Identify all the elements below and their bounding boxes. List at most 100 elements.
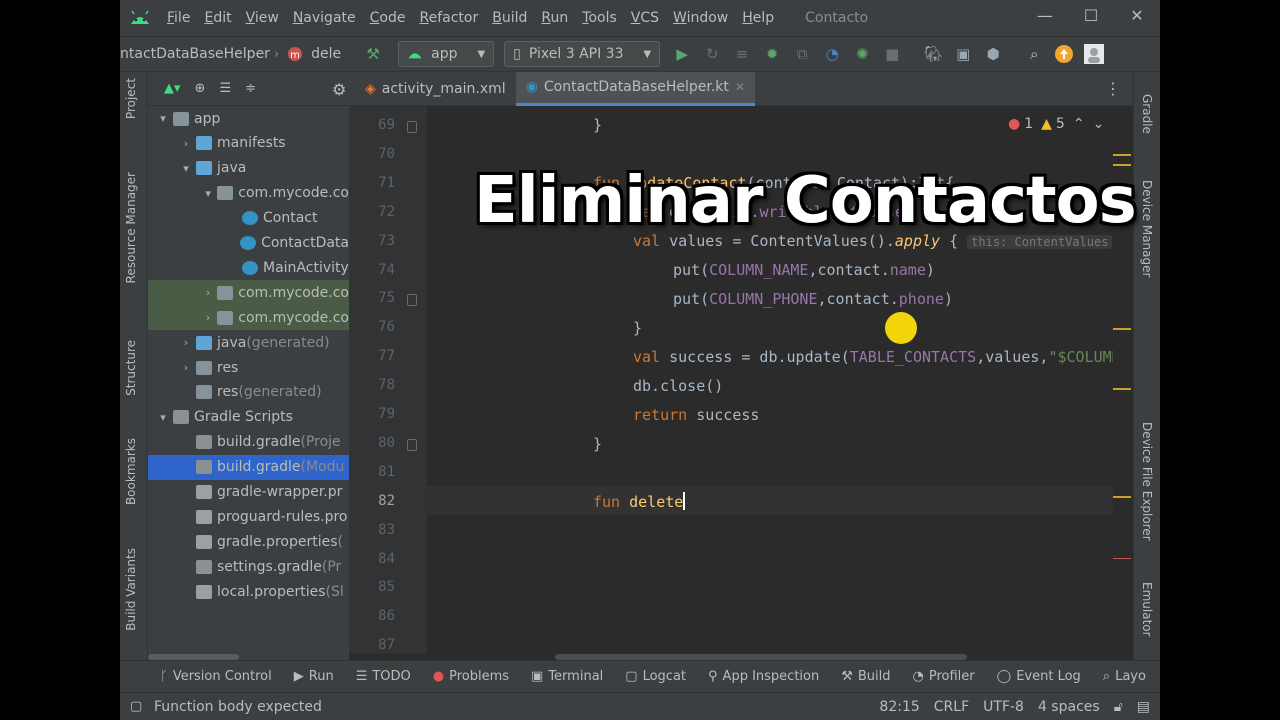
profile-icon[interactable]: ◔	[820, 42, 844, 66]
tool-layo[interactable]: ⌕ Layo	[1103, 669, 1146, 684]
tree-item[interactable]: ▾ com.mycode.co	[148, 181, 349, 206]
menu-vcs[interactable]: VCS	[624, 10, 666, 26]
menu-edit[interactable]: Edit	[197, 10, 238, 26]
previous-highlight-icon[interactable]: ⌃	[1073, 116, 1085, 132]
tab-structure[interactable]: Structure	[124, 340, 138, 396]
indent-setting[interactable]: 4 spaces	[1038, 699, 1100, 715]
tree-item[interactable]: gradle-wrapper.pr	[148, 480, 349, 505]
expand-arrow-icon[interactable]: ›	[179, 137, 193, 150]
tree-item[interactable]: gradle.properties (	[148, 529, 349, 554]
caret-position[interactable]: 82:15	[879, 699, 919, 715]
menu-help[interactable]: Help	[735, 10, 781, 26]
tree-item[interactable]: build.gradle (Modu	[148, 454, 349, 480]
tab-device-file-explorer[interactable]: Device File Explorer	[1140, 422, 1154, 541]
tree-item[interactable]: › res	[148, 355, 349, 380]
tree-item[interactable]: proguard-rules.pro	[148, 504, 349, 529]
tree-item[interactable]: ▾ Gradle Scripts	[148, 405, 349, 430]
tool-run[interactable]: ▶ Run	[294, 669, 334, 684]
search-icon[interactable]: ⌕	[1022, 42, 1046, 66]
tool-app-inspection[interactable]: ⚲ App Inspection	[708, 669, 819, 684]
inspection-widget[interactable]: ● 1 ▲ 5 ⌃ ⌄	[1008, 116, 1104, 132]
menu-build[interactable]: Build	[485, 10, 534, 26]
tree-item[interactable]: › com.mycode.co	[148, 280, 349, 306]
warning-mark[interactable]	[1113, 154, 1131, 156]
file-encoding[interactable]: UTF-8	[983, 699, 1024, 715]
run-config-select[interactable]: app ▼	[398, 41, 495, 67]
update-icon[interactable]	[1052, 42, 1076, 66]
warning-mark[interactable]	[1113, 328, 1131, 330]
tree-item[interactable]: build.gradle (Proje	[148, 430, 349, 455]
hammer-icon[interactable]: ⚒	[361, 42, 385, 66]
tool-profiler[interactable]: ◔ Profiler	[913, 669, 975, 684]
tool-build[interactable]: ⚒ Build	[841, 669, 890, 684]
fold-icon[interactable]	[407, 121, 417, 133]
run-icon[interactable]: ▶	[670, 42, 694, 66]
fold-icon[interactable]	[407, 294, 417, 307]
tree-item[interactable]: ContactData	[148, 231, 349, 256]
expand-arrow-icon[interactable]: ▾	[156, 112, 170, 125]
tree-item[interactable]: settings.gradle (Pr	[148, 554, 349, 579]
coverage-icon[interactable]: ✺	[850, 42, 874, 66]
tool-terminal[interactable]: ▣ Terminal	[531, 669, 603, 684]
breadcrumb-function[interactable]: dele	[311, 46, 341, 62]
tool-logcat[interactable]: ▢ Logcat	[625, 669, 686, 684]
expand-arrow-icon[interactable]: ▾	[202, 187, 214, 200]
menu-navigate[interactable]: Navigate	[286, 10, 363, 26]
menu-code[interactable]: Code	[363, 10, 413, 26]
tool-problems[interactable]: ● Problems	[433, 669, 509, 684]
expand-arrow-icon[interactable]: ›	[179, 336, 193, 349]
more-options-icon[interactable]: ⋮	[1105, 79, 1121, 98]
gradle-sync-icon[interactable]: 🐘︎	[921, 42, 945, 66]
close-icon[interactable]: ✕	[1114, 0, 1160, 36]
menu-window[interactable]: Window	[666, 10, 735, 26]
tree-item[interactable]: ▾ java	[148, 156, 349, 181]
menu-refactor[interactable]: Refactor	[412, 10, 485, 26]
collapse-all-icon[interactable]: ≑	[245, 81, 256, 96]
debug-icon[interactable]: ✹	[760, 42, 784, 66]
tree-item[interactable]: MainActivity	[148, 255, 349, 280]
tree-item[interactable]: Contact	[148, 206, 349, 231]
fold-icon[interactable]	[407, 438, 417, 451]
expand-arrow-icon[interactable]: ›	[202, 311, 214, 324]
maximize-icon[interactable]: ☐	[1068, 0, 1114, 36]
tree-item[interactable]: local.properties (Sl	[148, 579, 349, 604]
expand-arrow-icon[interactable]: ›	[202, 286, 214, 299]
locate-icon[interactable]: ⊕	[195, 81, 206, 96]
sdk-manager-icon[interactable]: ⬢	[981, 42, 1005, 66]
tab-contact-database-helper[interactable]: ◉ ContactDataBaseHelper.kt ✕	[515, 71, 755, 106]
tab-bookmarks[interactable]: Bookmarks	[124, 438, 138, 505]
menu-file[interactable]: File	[160, 10, 197, 26]
error-mark[interactable]	[1113, 558, 1131, 559]
stop-icon[interactable]: ■	[880, 42, 904, 66]
tree-item[interactable]: › com.mycode.co	[148, 305, 349, 331]
expand-arrow-icon[interactable]: ›	[179, 361, 193, 374]
device-manager-icon[interactable]: ▣	[951, 42, 975, 66]
panel-toggle-icon[interactable]: ▢	[130, 699, 142, 714]
tool-event-log[interactable]: ◯ Event Log	[997, 669, 1081, 684]
menu-tools[interactable]: Tools	[575, 10, 624, 26]
warning-mark[interactable]	[1113, 388, 1131, 390]
tab-build-variants[interactable]: Build Variants	[124, 548, 138, 631]
menu-view[interactable]: View	[239, 10, 286, 26]
tab-activity-main-xml[interactable]: ◈ activity_main.xml	[355, 72, 516, 106]
minimize-icon[interactable]: —	[1022, 0, 1068, 36]
next-highlight-icon[interactable]: ⌄	[1093, 116, 1105, 132]
memory-indicator-icon[interactable]: ▤	[1137, 699, 1150, 715]
apply-changes-icon[interactable]: ≡	[730, 42, 754, 66]
tool-version-control[interactable]: ᚴ Version Control	[160, 669, 272, 684]
tab-emulator[interactable]: Emulator	[1140, 582, 1154, 637]
expand-arrow-icon[interactable]: ▾	[156, 411, 170, 424]
tree-item[interactable]: res (generated)	[148, 380, 349, 405]
rerun-icon[interactable]: ↻	[700, 42, 724, 66]
expand-arrow-icon[interactable]: ▾	[179, 162, 193, 175]
tab-resource-manager[interactable]: Resource Manager	[124, 172, 138, 283]
tab-gradle[interactable]: Gradle	[1140, 94, 1154, 134]
tree-item[interactable]: › manifests	[148, 131, 349, 156]
breadcrumb-file[interactable]: ntactDataBaseHelper	[120, 46, 270, 62]
avatar[interactable]	[1082, 42, 1106, 66]
tree-item[interactable]: › java (generated)	[148, 330, 349, 355]
device-select[interactable]: ▯ Pixel 3 API 33 ▼	[504, 41, 661, 67]
tree-item[interactable]: ▾ app	[148, 106, 349, 131]
close-tab-icon[interactable]: ✕	[735, 80, 745, 94]
tab-device-manager[interactable]: Device Manager	[1140, 180, 1154, 277]
